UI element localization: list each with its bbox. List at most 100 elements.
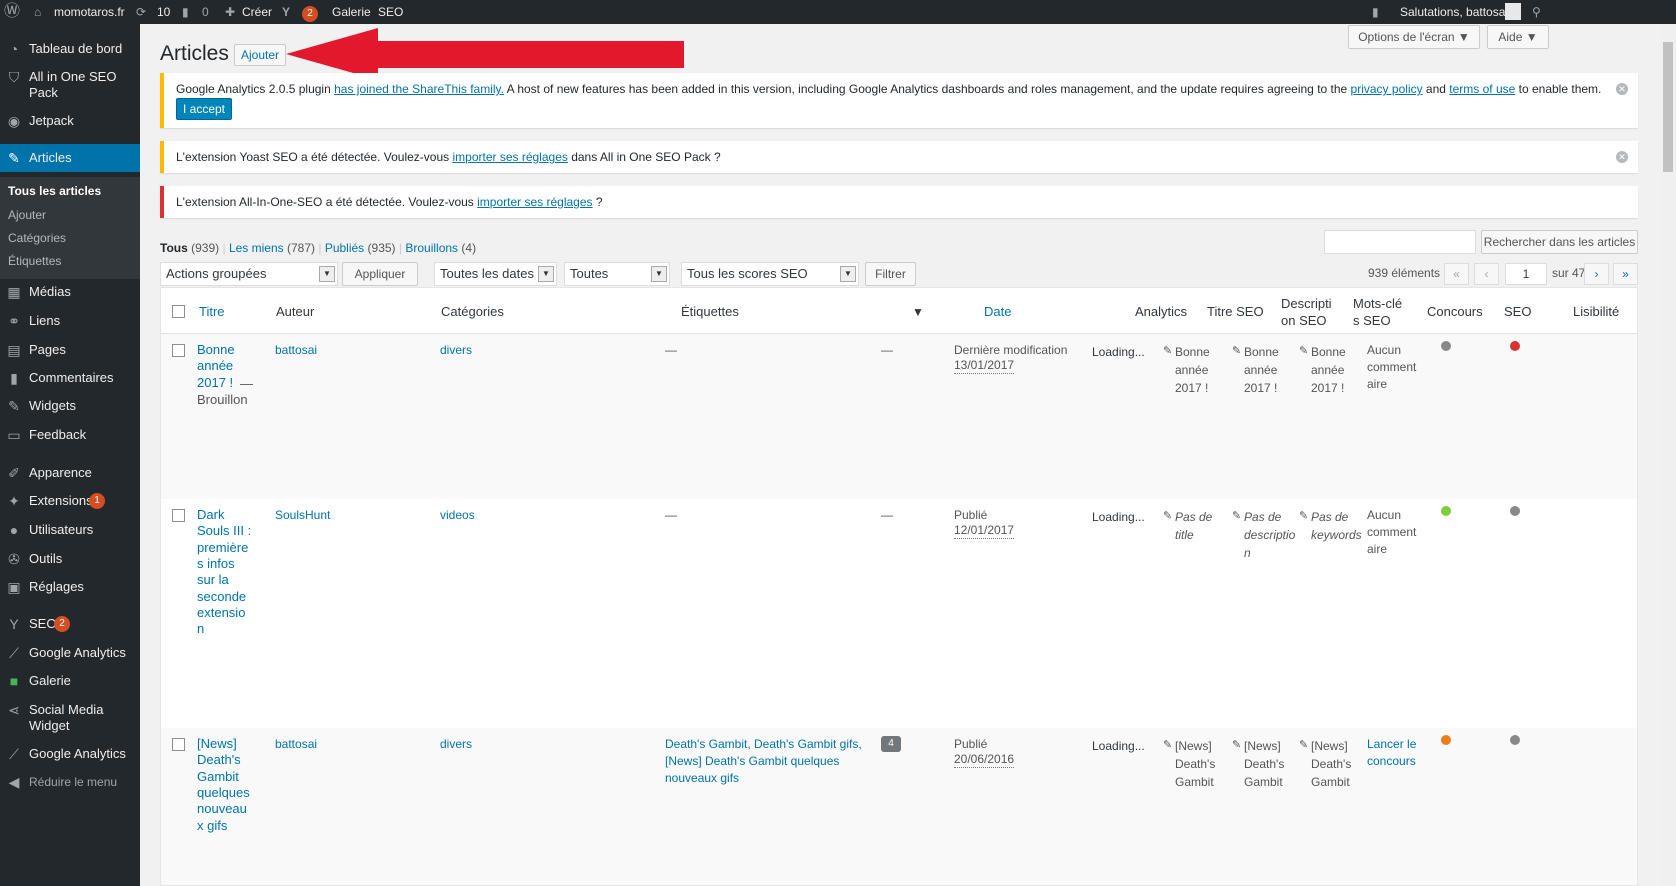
yoast-icon[interactable]: Y (282, 0, 290, 24)
privacy-policy-link[interactable]: privacy policy (1351, 82, 1423, 96)
post-title-link[interactable]: sur la (197, 572, 257, 588)
post-title-link[interactable]: Bonne (197, 342, 257, 358)
post-title-link[interactable]: extensio (197, 605, 257, 621)
import-settings-link[interactable]: importer ses réglages (477, 195, 592, 209)
home-icon[interactable]: ⌂ (34, 0, 41, 24)
view-mine[interactable]: Les miens (229, 241, 284, 255)
post-title-link[interactable]: seconde (197, 589, 257, 605)
search-icon[interactable]: ⚲ (1532, 0, 1541, 24)
wordpress-logo-icon[interactable]: Ⓦ (4, 0, 20, 24)
edit-pencil-icon[interactable]: ✎ (1232, 508, 1241, 525)
post-tags-link[interactable]: [News] Death's Gambit quelques (665, 753, 839, 770)
edit-pencil-icon[interactable]: ✎ (1299, 343, 1308, 360)
next-page-button[interactable]: › (1584, 263, 1609, 285)
submenu-all-posts[interactable]: Tous les articles (8, 184, 101, 198)
post-title-link[interactable]: Souls III : (197, 523, 257, 539)
accept-button[interactable]: I accept (176, 98, 232, 120)
search-posts-button[interactable]: Rechercher dans les articles (1481, 230, 1638, 254)
post-title-link[interactable]: Dark (197, 507, 257, 523)
post-tags-link[interactable]: Death's Gambit, Death's Gambit gifs, (665, 736, 862, 753)
last-page-button[interactable]: » (1613, 263, 1638, 285)
post-category-link[interactable]: videos (440, 507, 475, 524)
submenu-add[interactable]: Ajouter (8, 208, 46, 222)
sharethis-link[interactable]: has joined the ShareThis family. (334, 82, 504, 96)
sidebar-item-articles[interactable]: ✎ Articles (0, 144, 140, 172)
site-name-link[interactable]: momotaros.fr (54, 0, 125, 24)
comments-column-icon[interactable]: ▼ (912, 304, 924, 320)
launch-contest-link[interactable]: concours (1367, 753, 1416, 770)
comments-count[interactable]: 0 (202, 0, 209, 24)
edit-pencil-icon[interactable]: ✎ (1163, 343, 1172, 360)
bulk-actions-select[interactable]: Actions groupées ▼ (160, 262, 338, 286)
row-checkbox[interactable] (172, 738, 185, 751)
sidebar-item-label: Réglages (29, 579, 84, 594)
edit-pencil-icon[interactable]: ✎ (1163, 737, 1172, 754)
post-title-link[interactable]: [News] (197, 736, 257, 752)
post-title-link[interactable]: première (197, 540, 257, 556)
notification-icon[interactable]: ▮ (1372, 0, 1379, 24)
post-title-link[interactable]: Death's (197, 752, 257, 768)
edit-pencil-icon[interactable]: ✎ (1232, 737, 1241, 754)
edit-pencil-icon[interactable]: ✎ (1299, 508, 1308, 525)
post-title-link[interactable]: nouveau (197, 801, 257, 817)
row-checkbox[interactable] (172, 509, 185, 522)
view-all[interactable]: Tous (160, 241, 188, 255)
view-drafts[interactable]: Brouillons (405, 241, 458, 255)
post-author-link[interactable]: battosai (275, 342, 317, 359)
launch-contest-link[interactable]: Lancer le (1367, 736, 1416, 753)
terms-of-use-link[interactable]: terms of use (1449, 82, 1515, 96)
filter-button[interactable]: Filtrer (865, 262, 916, 286)
post-author-link[interactable]: battosai (275, 736, 317, 753)
seo-scores-select[interactable]: Tous les scores SEO ▼ (681, 262, 859, 286)
post-title-link[interactable]: année (197, 358, 257, 374)
avatar[interactable] (1505, 3, 1521, 20)
edit-pencil-icon[interactable]: ✎ (1232, 343, 1241, 360)
prev-page-button[interactable]: ‹ (1474, 263, 1499, 285)
caret-down-icon: ▼ (1525, 30, 1538, 44)
help-button[interactable]: Aide ▼ (1487, 25, 1549, 49)
updates-count[interactable]: 10 (157, 0, 170, 24)
screen-options-button[interactable]: Options de l'écran ▼ (1348, 25, 1480, 49)
col-date[interactable]: Date (984, 304, 1011, 320)
create-link[interactable]: Créer (242, 0, 272, 24)
col-title[interactable]: Titre (199, 304, 225, 320)
edit-pencil-icon[interactable]: ✎ (1163, 508, 1172, 525)
current-page-input[interactable]: 1 (1505, 263, 1547, 285)
edit-pencil-icon[interactable]: ✎ (1299, 737, 1308, 754)
post-title-link[interactable]: n (197, 621, 257, 637)
dates-select[interactable]: Toutes les dates ▼ (434, 262, 557, 286)
post-title-link[interactable]: quelques (197, 785, 257, 801)
greeting-link[interactable]: Salutations, battosai (1400, 0, 1508, 24)
comment-icon[interactable]: ▮ (182, 0, 189, 24)
comment-count-bubble[interactable]: 4 (881, 736, 901, 752)
post-title-link[interactable]: s infos (197, 556, 257, 572)
first-page-button[interactable]: « (1444, 263, 1469, 285)
page-scrollbar[interactable] (1660, 24, 1676, 886)
dismiss-icon[interactable]: ✕ (1616, 83, 1628, 95)
import-settings-link[interactable]: importer ses réglages (452, 150, 567, 164)
seo-link[interactable]: SEO (378, 0, 403, 24)
add-post-button[interactable]: Ajouter (234, 44, 286, 66)
post-date: 20/06/2016 (954, 752, 1015, 768)
dismiss-icon[interactable]: ✕ (1616, 151, 1628, 163)
submenu-categories[interactable]: Catégories (8, 231, 66, 245)
seo-desc-text: 2017 ! (1244, 381, 1278, 395)
post-category-link[interactable]: divers (440, 342, 472, 359)
categories-select[interactable]: Toutes ▼ (564, 262, 670, 286)
gallery-link[interactable]: Galerie (332, 0, 371, 24)
search-input[interactable] (1324, 230, 1476, 254)
scrollbar-thumb[interactable] (1663, 42, 1673, 172)
submenu-tags[interactable]: Étiquettes (8, 254, 61, 268)
post-title-link[interactable]: x gifs (197, 818, 257, 834)
updates-icon[interactable]: ⟳ (136, 0, 146, 24)
select-all-checkbox[interactable] (172, 305, 185, 318)
post-tags-link[interactable]: nouveaux gifs (665, 770, 739, 787)
view-published[interactable]: Publiés (325, 241, 364, 255)
row-checkbox[interactable] (172, 344, 185, 357)
post-title-link[interactable]: Gambit (197, 769, 257, 785)
plus-icon[interactable]: ✚ (225, 0, 235, 24)
apply-button[interactable]: Appliquer (342, 262, 418, 286)
post-category-link[interactable]: divers (440, 736, 472, 753)
seo-kw-text: Death's (1311, 757, 1352, 771)
post-author-link[interactable]: SoulsHunt (275, 507, 330, 524)
